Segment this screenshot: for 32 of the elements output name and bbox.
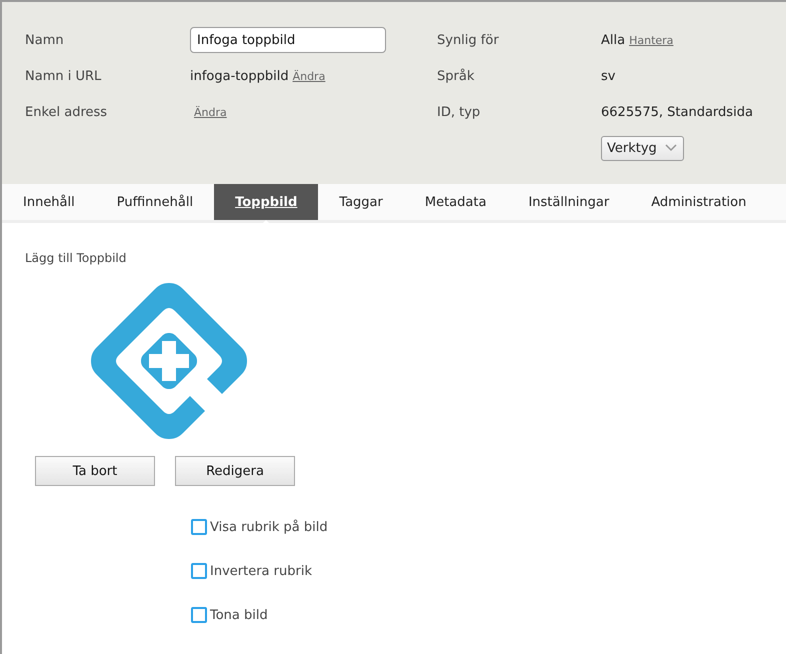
field-label: Enkel adress — [25, 104, 108, 120]
tab[interactable]: Administration — [630, 184, 768, 220]
action-button[interactable]: Redigera — [175, 456, 295, 486]
tab[interactable]: Taggar — [318, 184, 404, 220]
tab[interactable]: Inställningar — [507, 184, 630, 220]
action-button[interactable]: Ta bort — [35, 456, 155, 486]
chevron-icon — [664, 144, 677, 152]
name-field[interactable]: Infoga toppbild — [190, 27, 386, 53]
section-heading: Lägg till Toppbild — [25, 251, 128, 265]
field-label: Språk — [437, 68, 476, 84]
checkbox[interactable] — [191, 519, 207, 535]
checkbox[interactable] — [191, 607, 207, 623]
tools-dropdown[interactable]: Verktyg — [601, 136, 684, 160]
field-label: Namn — [25, 32, 65, 48]
tab[interactable]: Metadata — [404, 184, 508, 220]
checkbox-option[interactable]: Visa rubrik på bild — [191, 519, 786, 535]
field-label: ID, typ — [437, 104, 482, 120]
tab[interactable]: Puffinnehåll — [96, 184, 214, 220]
checkbox-option[interactable]: Invertera rubrik — [191, 563, 786, 579]
field-label: Synlig för — [437, 32, 500, 48]
checkbox-option[interactable]: Tona bild — [191, 607, 786, 623]
edit-link[interactable]: Ändra — [292, 70, 326, 82]
field-label: Namn i URL — [25, 68, 102, 84]
field-value: sv — [601, 68, 616, 84]
field-value: 6625575, Standardsida — [601, 104, 753, 120]
plus-diamond-icon — [91, 283, 247, 439]
tab[interactable]: Innehåll — [2, 184, 96, 220]
field-value: infoga-toppbild — [190, 68, 289, 84]
checkbox[interactable] — [191, 563, 207, 579]
edit-link[interactable]: Hantera — [629, 34, 674, 46]
field-value: Alla — [601, 32, 626, 48]
edit-link[interactable]: Ändra — [194, 106, 227, 118]
